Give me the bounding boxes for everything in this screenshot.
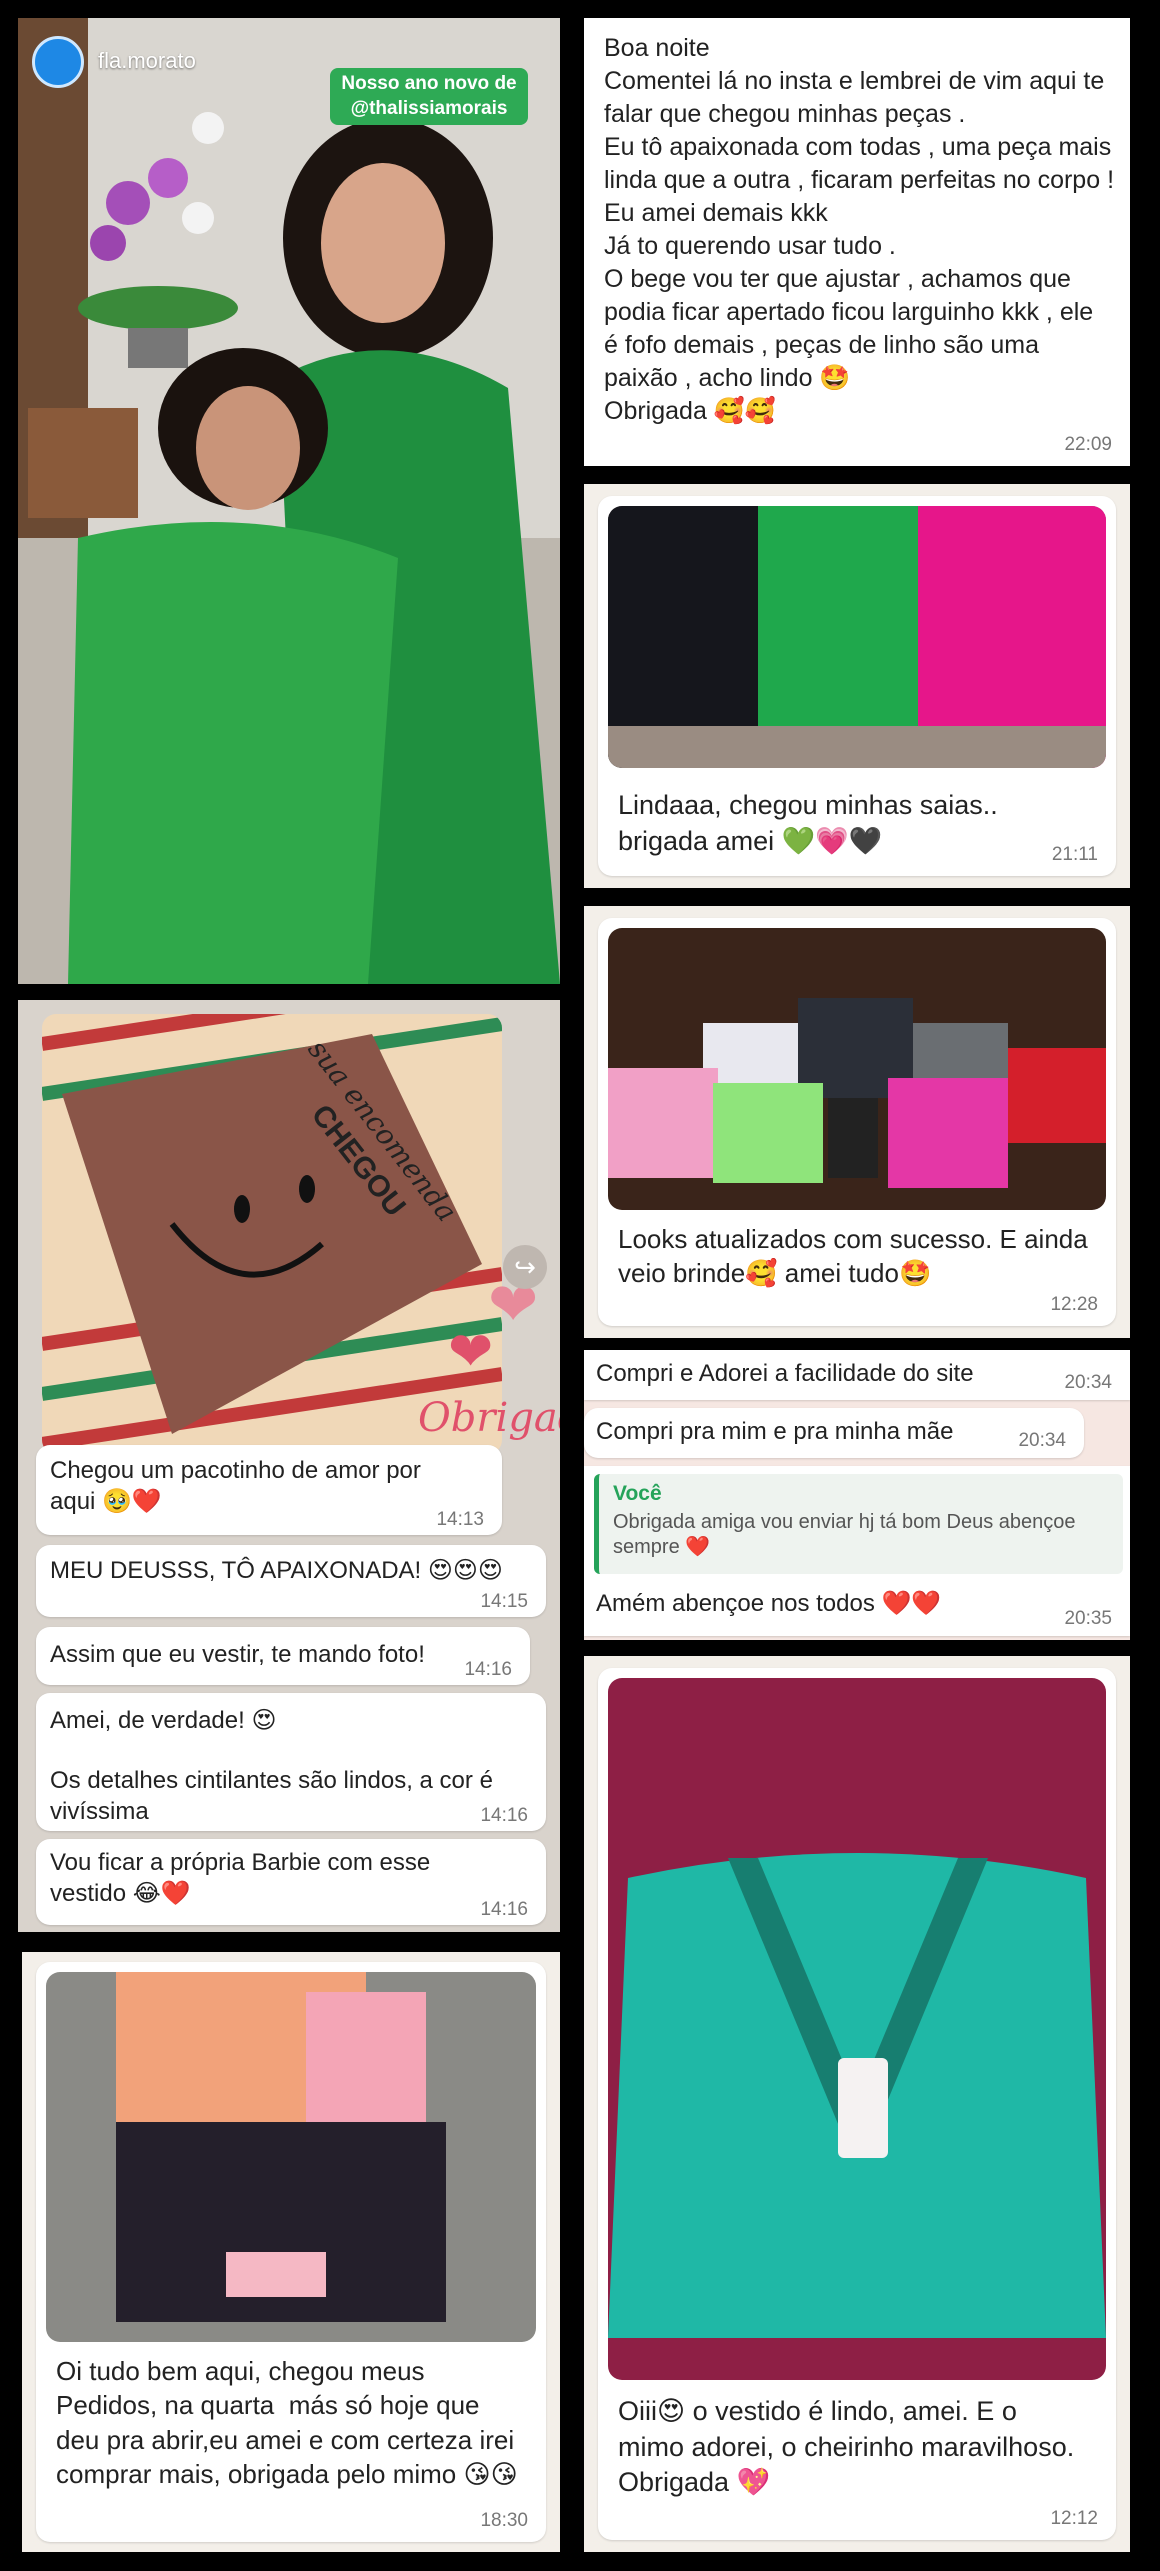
message-time: 20:34 — [1064, 1372, 1112, 1393]
message-bubble: Compri pra mim e pra minha mãe 20:34 — [584, 1408, 1084, 1458]
chat-card-2: Lindaaa, chegou minhas saias.. brigada a… — [584, 484, 1130, 888]
message-bubble: Oiii😍 o vestido é lindo, amei. E o mimo … — [598, 1668, 1116, 2540]
quoted-message[interactable]: Você Obrigada amiga vou enviar hj tá bom… — [594, 1474, 1123, 1574]
message-time: 20:34 — [1018, 1430, 1066, 1451]
message-text: Vou ficar a própria Barbie com esse vest… — [50, 1849, 437, 1908]
message-time: 21:11 — [1051, 844, 1098, 865]
chat-card-4: Compri e Adorei a facilidade do site 20:… — [584, 1350, 1130, 1640]
message-bubble: Vou ficar a própria Barbie com esse vest… — [36, 1839, 546, 1925]
message-time: 14:15 — [480, 1591, 528, 1612]
message-bubble: Assim que eu vestir, te mando foto! 14:1… — [36, 1627, 530, 1685]
reply-bubble: Você Obrigada amiga vou enviar hj tá bom… — [584, 1466, 1130, 1636]
orders-photo — [46, 1972, 536, 2342]
story-tag-line2: @thalissiamorais — [350, 97, 508, 119]
message-text: Oi tudo bem aqui, chegou meus Pedidos, n… — [56, 2356, 522, 2489]
message-text: Looks atualizados com sucesso. E ainda v… — [618, 1224, 1095, 1289]
message-text: Boa noite Comentei lá no insta e lembrei… — [604, 34, 1115, 425]
message-bubble: Lindaaa, chegou minhas saias.. brigada a… — [598, 496, 1116, 876]
message-time: 14:16 — [464, 1659, 512, 1680]
message-time: 18:30 — [480, 2510, 528, 2531]
story-photo-card: fla.morato Nosso ano novo de @thalissiam… — [18, 18, 560, 984]
forward-icon[interactable]: ↪ — [503, 1245, 547, 1289]
message-time: 12:28 — [1050, 1294, 1098, 1315]
avatar[interactable] — [32, 36, 84, 88]
message-bubble: MEU DEUSSS, TÔ APAIXONADA! 😍😍😍 14:15 — [36, 1545, 546, 1617]
message-bubble: Oi tudo bem aqui, chegou meus Pedidos, n… — [36, 1962, 546, 2542]
message-time: 14:13 — [436, 1509, 484, 1530]
message-bubble: Compri e Adorei a facilidade do site 20:… — [584, 1350, 1130, 1400]
message-text: Oiii😍 o vestido é lindo, amei. E o mimo … — [618, 2396, 1082, 2498]
quoted-text: Obrigada amiga vou enviar hj tá bom Deus… — [613, 1511, 1076, 1558]
message-time: 12:12 — [1050, 2508, 1098, 2529]
story-username[interactable]: fla.morato — [98, 48, 196, 74]
message-text: Assim que eu vestir, te mando foto! — [50, 1641, 425, 1668]
looks-photo — [608, 928, 1106, 1210]
quoted-author: Você — [613, 1482, 662, 1505]
message-text: Chegou um pacotinho de amor por aqui 🥹❤️ — [50, 1457, 428, 1516]
story-tag: Nosso ano novo de @thalissiamorais — [330, 68, 528, 126]
obrigado-sticker: Obrigad — [418, 1395, 560, 1441]
message-text: Os detalhes cintilantes são lindos, a co… — [50, 1767, 500, 1826]
message-time: 20:35 — [1064, 1608, 1112, 1629]
message-bubble: Amei, de verdade! 😍 Os detalhes cintilan… — [36, 1693, 546, 1831]
message-time: 22:09 — [1064, 434, 1112, 455]
story-photo — [18, 18, 560, 984]
skirts-photo — [608, 506, 1106, 768]
chat-card-1: Boa noite Comentei lá no insta e lembrei… — [584, 18, 1130, 466]
message-bubble: Looks atualizados com sucesso. E ainda v… — [598, 918, 1116, 1326]
message-text: Amém abençoe nos todos ❤️❤️ — [596, 1590, 942, 1617]
message-bubble: Chegou um pacotinho de amor por aqui 🥹❤️… — [36, 1445, 502, 1535]
story-tag-line1: Nosso ano novo de — [341, 73, 517, 94]
package-photo: sua encomenda CHEGOU — [42, 1014, 502, 1454]
message-text: Amei, de verdade! 😍 — [50, 1707, 277, 1734]
message-text: Compri e Adorei a facilidade do site — [596, 1360, 974, 1387]
message-text: MEU DEUSSS, TÔ APAIXONADA! 😍😍😍 — [50, 1557, 503, 1584]
chat-card-3: Looks atualizados com sucesso. E ainda v… — [584, 906, 1130, 1338]
chat-card-6: Oi tudo bem aqui, chegou meus Pedidos, n… — [22, 1952, 560, 2552]
chat-card-5: sua encomenda CHEGOU ❤ ❤ Obrigad ↪ Chego… — [18, 1000, 560, 1932]
message-time: 14:16 — [480, 1805, 528, 1826]
heart-sticker: ❤ ❤ — [448, 1271, 539, 1382]
dress-photo — [608, 1678, 1106, 2380]
message-text: Lindaaa, chegou minhas saias.. brigada a… — [618, 790, 998, 856]
message-text: Compri pra mim e pra minha mãe — [596, 1418, 954, 1445]
chat-card-7: Oiii😍 o vestido é lindo, amei. E o mimo … — [584, 1656, 1130, 2552]
message-time: 14:16 — [480, 1899, 528, 1920]
